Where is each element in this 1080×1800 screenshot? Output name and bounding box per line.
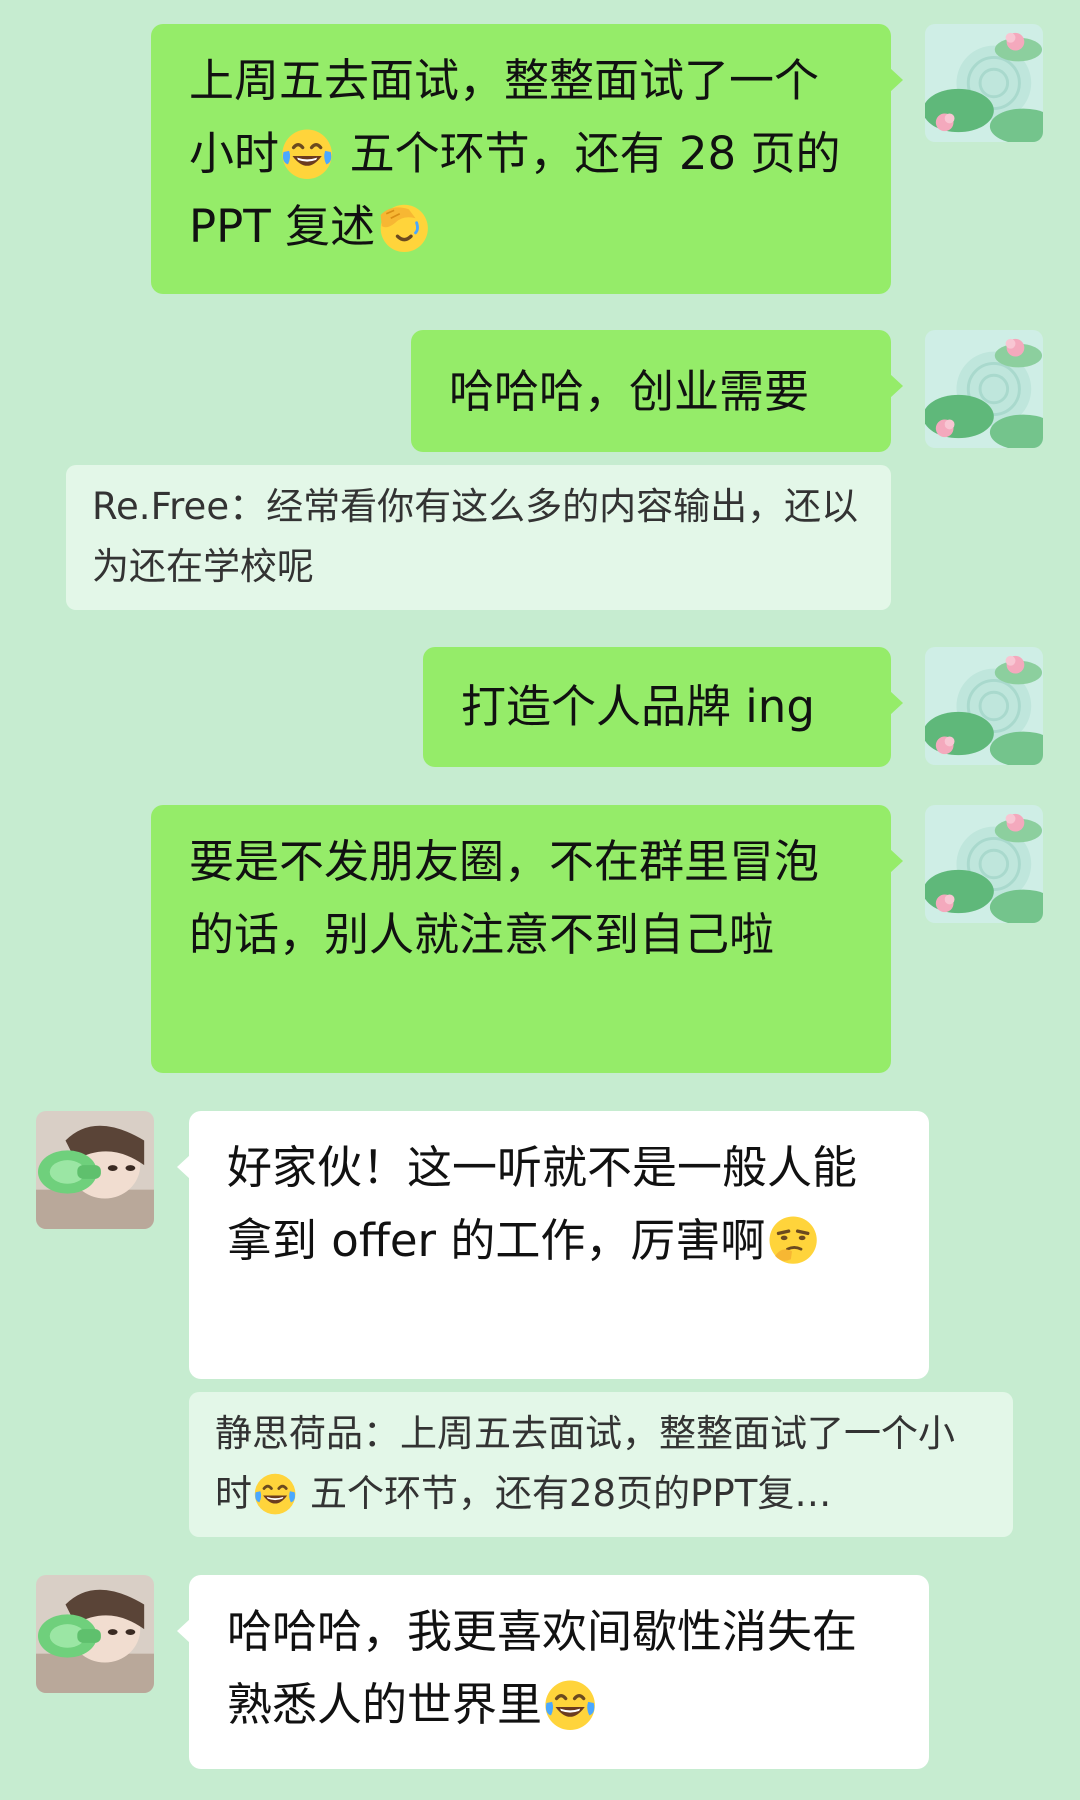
message-text: 打造个人品牌 ing bbox=[461, 680, 815, 733]
tears-of-joy-emoji-icon bbox=[542, 1676, 598, 1732]
quoted-message-1[interactable]: Re.Free：经常看你有这么多的内容输出，还以为还在学校呢 bbox=[66, 465, 891, 610]
message-bubble-2[interactable]: 哈哈哈，创业需要 bbox=[411, 330, 903, 452]
message-bubble-3[interactable]: 打造个人品牌 ing bbox=[423, 647, 903, 767]
message-bubble-1[interactable]: 上周五去面试，整整面试了一个小时 五个环节，还有 28 页的 PPT 复述 bbox=[151, 24, 903, 294]
message-bubble-5[interactable]: 好家伙！这一听就不是一般人能拿到 offer 的工作，厉害啊 bbox=[177, 1111, 929, 1379]
girl-drinking-avatar[interactable] bbox=[36, 1111, 154, 1229]
quote-text: Re.Free：经常看你有这么多的内容输出，还以为还在学校呢 bbox=[92, 485, 859, 588]
quoted-message-2[interactable]: 静思荷品：上周五去面试，整整面试了一个小时 五个环节，还有28页的PPT复… bbox=[189, 1392, 1013, 1537]
quote-text: 五个环节，还有28页的PPT复… bbox=[298, 1472, 832, 1515]
lotus-pond-avatar[interactable] bbox=[925, 805, 1043, 923]
lotus-pond-avatar[interactable] bbox=[925, 647, 1043, 765]
tears-of-joy-emoji-icon bbox=[252, 1470, 298, 1516]
tears-of-joy-emoji-icon bbox=[279, 125, 335, 181]
message-text: 哈哈哈，创业需要 bbox=[449, 365, 810, 418]
message-text: 要是不发朋友圈，不在群里冒泡的话，别人就注意不到自己啦 bbox=[189, 835, 820, 961]
thinking-smirk-emoji-icon bbox=[765, 1212, 821, 1268]
message-bubble-6[interactable]: 哈哈哈，我更喜欢间歇性消失在熟悉人的世界里 bbox=[177, 1575, 929, 1769]
lotus-pond-avatar[interactable] bbox=[925, 330, 1043, 448]
message-bubble-4[interactable]: 要是不发朋友圈，不在群里冒泡的话，别人就注意不到自己啦 bbox=[151, 805, 903, 1073]
message-text: 好家伙！这一听就不是一般人能拿到 offer 的工作，厉害啊 bbox=[227, 1141, 858, 1267]
lotus-pond-avatar[interactable] bbox=[925, 24, 1043, 142]
girl-drinking-avatar[interactable] bbox=[36, 1575, 154, 1693]
facepalm-emoji-icon bbox=[375, 198, 431, 254]
